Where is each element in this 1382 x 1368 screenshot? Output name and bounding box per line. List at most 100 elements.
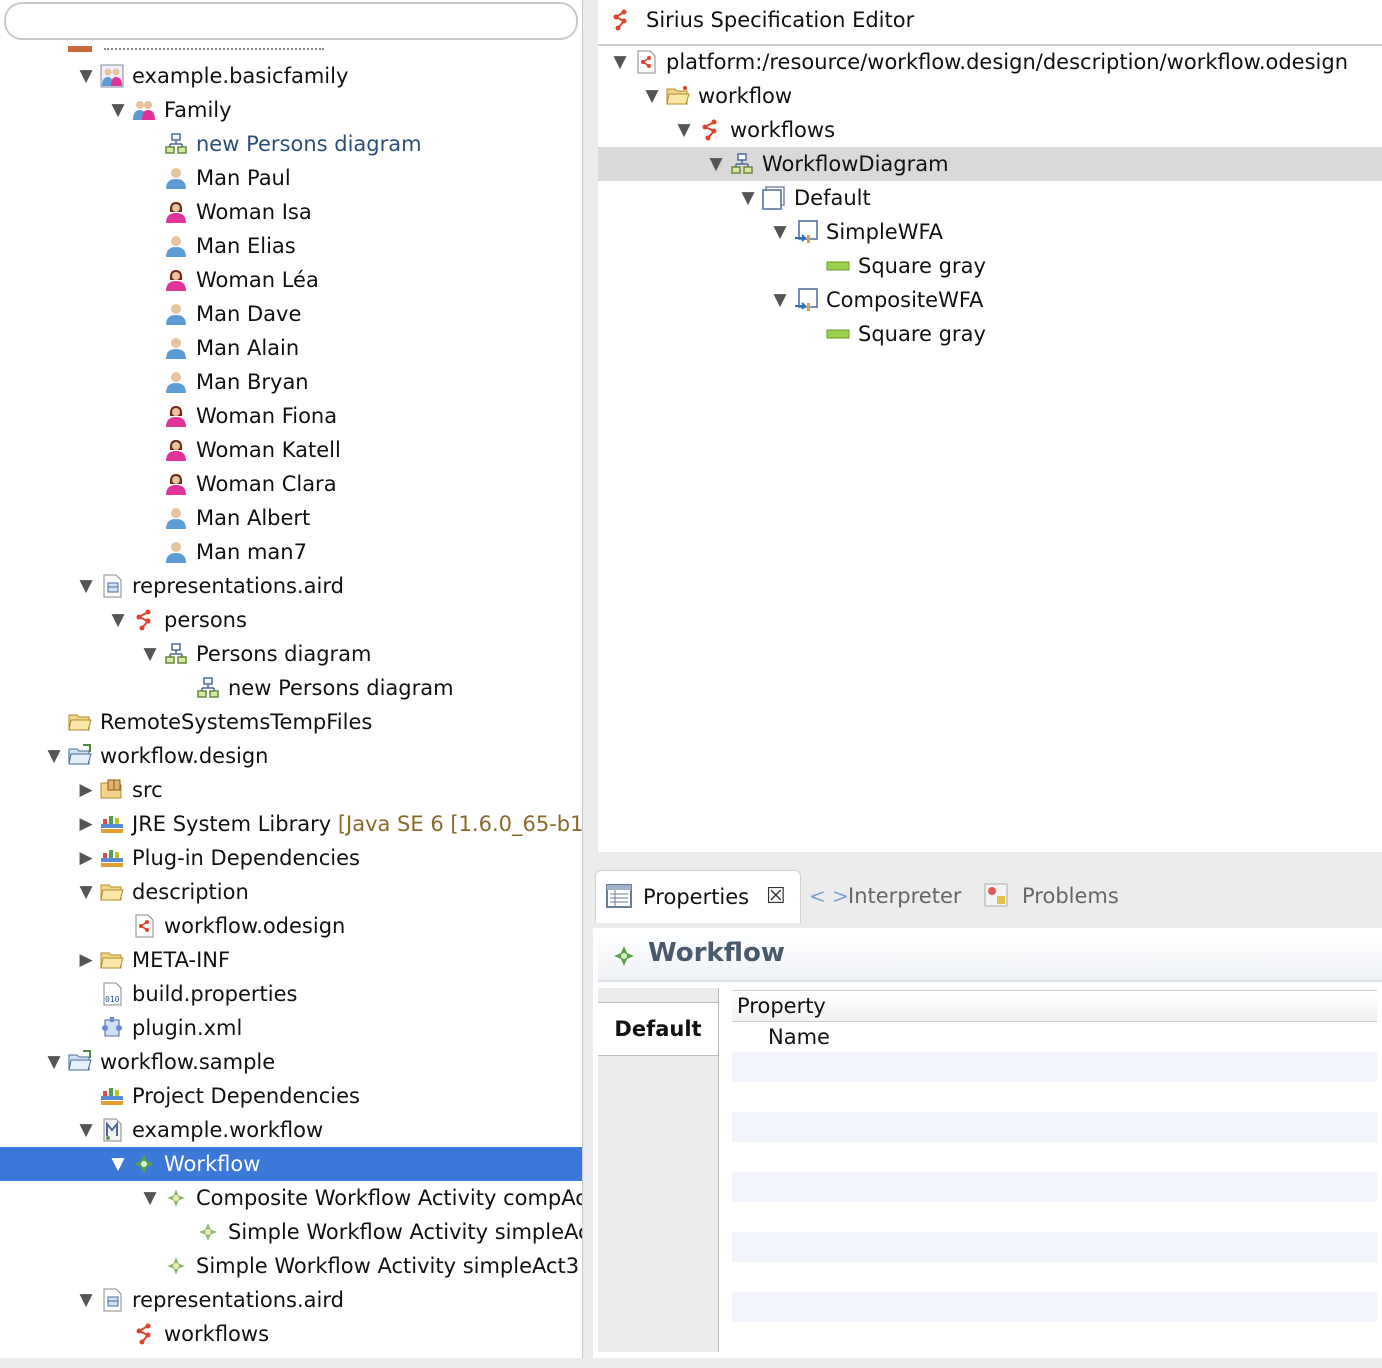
properties-view-icon [606, 884, 632, 908]
tree-item[interactable]: ▶ META-INF [0, 943, 582, 977]
collapse-arrow-icon[interactable]: ▶ [76, 807, 96, 841]
tree-item[interactable]: ▼ WorkflowDiagram [598, 147, 1382, 181]
expand-arrow-icon[interactable]: ▼ [108, 603, 128, 637]
expand-arrow-icon[interactable]: ▼ [76, 569, 96, 603]
workflow-icon [614, 946, 634, 966]
tree-item[interactable]: Woman Léa [0, 263, 582, 297]
tree-item[interactable]: Man Elias [0, 229, 582, 263]
tree-item[interactable]: Project Dependencies [0, 1079, 582, 1113]
tab-interpreter[interactable]: < > Interpreter [807, 870, 967, 922]
properties-table: Property Name [732, 990, 1377, 1352]
properties-title: Workflow [648, 938, 785, 968]
expand-arrow-icon[interactable]: ▼ [770, 215, 790, 249]
tree-item[interactable]: ▶ src [0, 773, 582, 807]
tab-problems[interactable]: Problems [981, 870, 1141, 922]
tree-item[interactable]: Woman Katell [0, 433, 582, 467]
tree-item[interactable]: plugin.xml [0, 1011, 582, 1045]
tree-item-label: META-INF [132, 948, 231, 972]
tree-item[interactable]: ▼ workflows [598, 113, 1382, 147]
diagram-icon [196, 676, 220, 700]
tree-item[interactable]: Man Alain [0, 331, 582, 365]
collapse-arrow-icon[interactable]: ▶ [76, 943, 96, 977]
tree-item-label: Family [164, 98, 232, 122]
expand-arrow-icon[interactable]: ▼ [76, 875, 96, 909]
man-icon [164, 234, 188, 258]
expand-arrow-icon[interactable]: ▼ [76, 59, 96, 93]
tree-item[interactable]: ▼ SimpleWFA [598, 215, 1382, 249]
section-tab-default[interactable]: Default [598, 1002, 718, 1056]
tree-item[interactable]: ▼ representations.aird [0, 1283, 582, 1317]
model-file-icon [100, 1118, 124, 1142]
expand-arrow-icon[interactable]: ▼ [674, 113, 694, 147]
tree-item[interactable]: 010 build.properties [0, 977, 582, 1011]
expand-arrow-icon[interactable]: ▼ [706, 147, 726, 181]
tree-item[interactable]: ▼ platform:/resource/workflow.design/desc… [598, 45, 1382, 79]
tree-item[interactable]: ▼ example.workflow [0, 1113, 582, 1147]
tree-item-label: workflow.design [100, 744, 269, 768]
tab-properties[interactable]: Properties ☒ [595, 870, 801, 923]
tree-item[interactable]: ▼ Default [598, 181, 1382, 215]
expand-arrow-icon[interactable]: ▼ [642, 79, 662, 113]
tree-item[interactable]: Woman Fiona [0, 399, 582, 433]
expand-arrow-icon[interactable]: ▼ [76, 1113, 96, 1147]
expand-arrow-icon[interactable]: ▼ [140, 637, 160, 671]
tree-item[interactable]: ▶ Plug-in Dependencies [0, 841, 582, 875]
filter-input[interactable] [4, 2, 578, 40]
man-icon [164, 540, 188, 564]
tree-item[interactable]: Woman Isa [0, 195, 582, 229]
tree-item[interactable]: Man Dave [0, 297, 582, 331]
expand-arrow-icon[interactable]: ▼ [140, 1181, 160, 1215]
tree-item[interactable]: workflow.odesign [0, 909, 582, 943]
expand-arrow-icon[interactable]: ▼ [108, 93, 128, 127]
tree-item[interactable]: ▶ JRE System Library [Java SE 6 [1.6.0_65… [0, 807, 582, 841]
tree-item[interactable]: Man Bryan [0, 365, 582, 399]
collapse-arrow-icon[interactable]: ▶ [76, 841, 96, 875]
property-row-name[interactable]: Name [732, 1022, 1377, 1052]
diagram-icon [164, 642, 188, 666]
expand-arrow-icon[interactable]: ▼ [610, 45, 630, 79]
tree-item[interactable]: Man man7 [0, 535, 582, 569]
tree-item[interactable]: ▼ Workflow [0, 1147, 582, 1181]
tree-item[interactable]: ▼ persons [0, 603, 582, 637]
tree-item[interactable]: workflows [0, 1317, 582, 1351]
tree-item[interactable]: ▼ Persons diagram [0, 637, 582, 671]
property-column-header[interactable]: Property [732, 990, 1377, 1022]
tree-item[interactable]: ▼ workflow.design [0, 739, 582, 773]
library-icon [100, 1084, 124, 1108]
library-icon [100, 812, 124, 836]
expand-arrow-icon[interactable]: ▼ [76, 1283, 96, 1317]
close-icon[interactable]: ☒ [766, 871, 786, 923]
tree-item[interactable]: ▼ example.basicfamily [0, 59, 582, 93]
tree-item-label: CompositeWFA [826, 288, 984, 312]
tree-item-label: Woman Katell [196, 438, 341, 462]
library-icon [100, 846, 124, 870]
tree-item[interactable]: RemoteSystemsTempFiles [0, 705, 582, 739]
tree-item[interactable]: Man Paul [0, 161, 582, 195]
tree-item-label: plugin.xml [132, 1016, 243, 1040]
tree-item[interactable]: ▼ workflow.sample [0, 1045, 582, 1079]
expand-arrow-icon[interactable]: ▼ [770, 283, 790, 317]
tree-item[interactable]: ▼ representations.aird [0, 569, 582, 603]
folder-open-icon [68, 710, 92, 734]
expand-arrow-icon[interactable]: ▼ [108, 1147, 128, 1181]
tree-item[interactable]: ▼ workflow [598, 79, 1382, 113]
tree-item[interactable]: Simple Workflow Activity simpleAct3 [0, 1249, 582, 1283]
tree-item-label: Simple Workflow Activity simpleAct [228, 1220, 583, 1244]
expand-arrow-icon[interactable]: ▼ [738, 181, 758, 215]
tree-item[interactable]: ▼ Composite Workflow Activity compAct [0, 1181, 582, 1215]
tree-item[interactable]: new Persons diagram [0, 127, 582, 161]
collapse-arrow-icon[interactable]: ▶ [76, 773, 96, 807]
tree-item[interactable]: ▼ Family [0, 93, 582, 127]
tree-item-label: Woman Clara [196, 472, 337, 496]
tree-item-label: representations.aird [132, 574, 344, 598]
tree-item[interactable]: Man Albert [0, 501, 582, 535]
tree-item[interactable]: Simple Workflow Activity simpleAct [0, 1215, 582, 1249]
tree-item[interactable]: Square gray [598, 249, 1382, 283]
tree-item[interactable]: new Persons diagram [0, 671, 582, 705]
tree-item[interactable]: Woman Clara [0, 467, 582, 501]
tree-item[interactable]: ▼ CompositeWFA [598, 283, 1382, 317]
expand-arrow-icon[interactable]: ▼ [44, 1045, 64, 1079]
tree-item[interactable]: Square gray [598, 317, 1382, 351]
expand-arrow-icon[interactable]: ▼ [44, 739, 64, 773]
tree-item[interactable]: ▼ description [0, 875, 582, 909]
